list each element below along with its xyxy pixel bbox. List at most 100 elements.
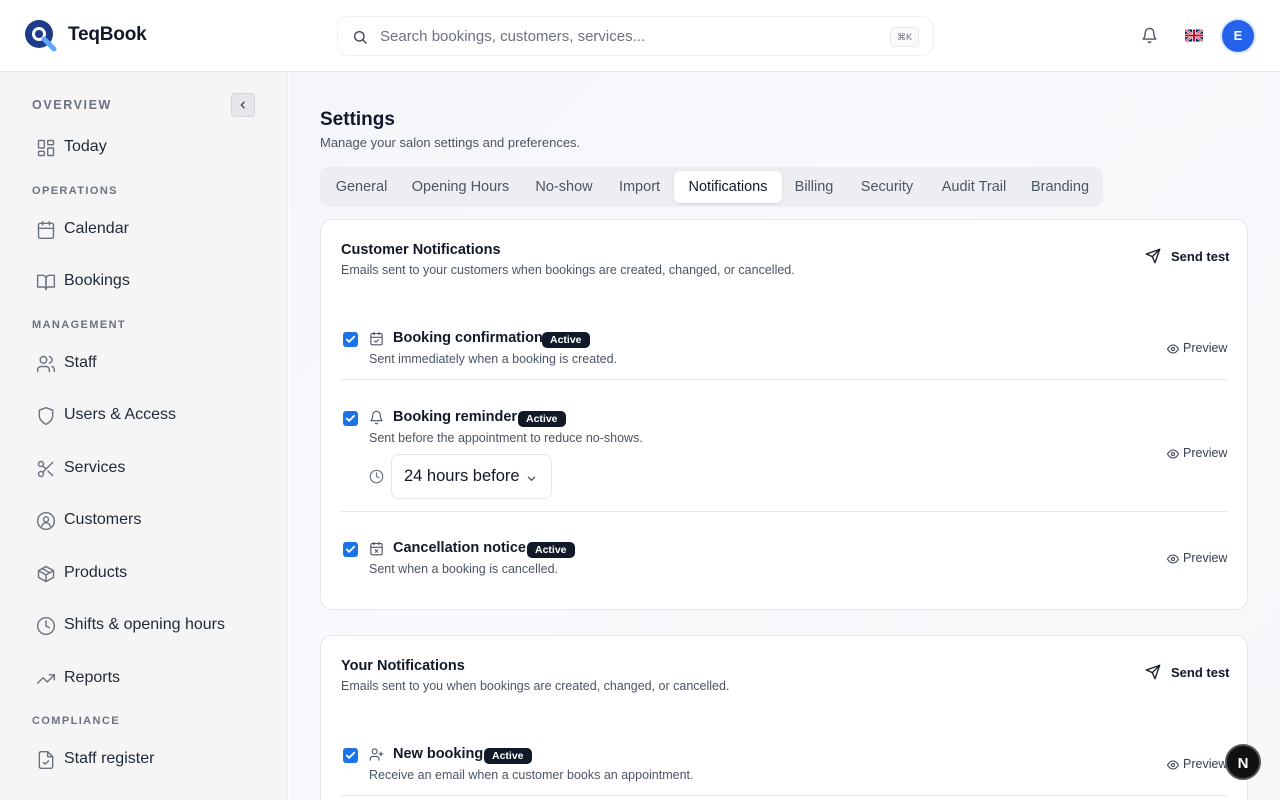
- chevron-down-icon: [527, 476, 536, 481]
- tab-import[interactable]: Import: [606, 171, 673, 203]
- file-check-icon: [36, 750, 56, 770]
- sidebar-item-customers[interactable]: Customers: [24, 501, 272, 541]
- sidebar-item-label: Calendar: [64, 220, 129, 237]
- collapse-sidebar-button[interactable]: [231, 93, 255, 117]
- notification-row-booking-reminder: Booking reminder Active Sent before the …: [341, 405, 1227, 512]
- your-notifications-card: Your Notifications Emails sent to you wh…: [320, 635, 1248, 800]
- sidebar-item-staff[interactable]: Staff: [24, 344, 272, 384]
- cancellation-notice-checkbox[interactable]: [343, 542, 358, 557]
- tab-opening-hours[interactable]: Opening Hours: [399, 171, 522, 203]
- preview-button[interactable]: Preview: [1167, 339, 1227, 357]
- sidebar-item-label: Services: [64, 459, 126, 476]
- sidebar-item-products[interactable]: Products: [24, 554, 272, 594]
- preview-button[interactable]: Preview: [1167, 444, 1227, 462]
- reminder-timing-select[interactable]: 24 hours before: [391, 454, 552, 499]
- notification-title: Booking confirmation: [393, 330, 543, 346]
- floating-action-button[interactable]: N: [1225, 744, 1261, 780]
- eye-icon: [1167, 554, 1179, 564]
- notification-title: Booking reminder: [393, 409, 518, 425]
- card-title: Customer Notifications: [341, 242, 501, 258]
- notification-title: New booking: [393, 746, 484, 762]
- new-booking-checkbox[interactable]: [343, 748, 358, 763]
- user-avatar[interactable]: E: [1222, 20, 1254, 52]
- search-bar[interactable]: Search bookings, customers, services... …: [337, 16, 934, 56]
- sidebar-item-label: Customers: [64, 511, 142, 528]
- sidebar-item-bookings[interactable]: Bookings: [24, 262, 272, 302]
- sidebar-item-label: Reports: [64, 669, 121, 686]
- notification-description: Sent before the appointment to reduce no…: [369, 431, 643, 445]
- send-icon: [1145, 248, 1161, 264]
- teqbook-logo-icon[interactable]: [24, 19, 58, 53]
- notification-title: Cancellation notice: [393, 540, 526, 556]
- main-content: Settings Manage your salon settings and …: [289, 72, 1280, 800]
- sidebar-item-label: Bookings: [64, 272, 130, 289]
- user-circle-icon: [36, 511, 56, 531]
- booking-reminder-checkbox[interactable]: [343, 411, 358, 426]
- users-icon: [36, 354, 56, 374]
- sidebar-item-shifts[interactable]: Shifts & opening hours: [24, 606, 272, 646]
- tab-notifications[interactable]: Notifications: [674, 171, 782, 203]
- settings-tabs: General Opening Hours No-show Import Not…: [320, 167, 1103, 207]
- send-test-button[interactable]: Send test: [1145, 244, 1230, 268]
- sidebar-item-services[interactable]: Services: [24, 449, 272, 489]
- tab-no-show[interactable]: No-show: [522, 171, 606, 203]
- package-icon: [36, 564, 56, 584]
- notification-row-booking-confirmation: Booking confirmation Active Sent immedia…: [341, 326, 1227, 380]
- tab-branding[interactable]: Branding: [1020, 171, 1100, 203]
- status-badge: Active: [527, 542, 575, 558]
- calendar-icon: [36, 220, 56, 240]
- search-icon: [352, 29, 368, 45]
- status-badge: Active: [484, 748, 532, 764]
- clock-icon: [369, 469, 384, 484]
- preview-button[interactable]: Preview: [1167, 755, 1227, 773]
- dashboard-icon: [36, 138, 56, 158]
- notification-description: Sent when a booking is cancelled.: [369, 562, 559, 576]
- bell-icon[interactable]: [1141, 27, 1158, 44]
- booking-confirmation-checkbox[interactable]: [343, 332, 358, 347]
- card-title: Your Notifications: [341, 658, 465, 674]
- tab-security[interactable]: Security: [846, 171, 928, 203]
- preview-label: Preview: [1183, 341, 1228, 355]
- sidebar-item-today[interactable]: Today: [24, 128, 272, 168]
- preview-label: Preview: [1183, 446, 1228, 460]
- sidebar-item-label: Products: [64, 564, 128, 581]
- notification-description: Sent immediately when a booking is creat…: [369, 352, 618, 366]
- sidebar-item-staff-register[interactable]: Staff register: [24, 740, 272, 780]
- status-badge: Active: [542, 332, 590, 348]
- sidebar-item-label: Shifts & opening hours: [64, 616, 225, 633]
- user-plus-icon: [369, 747, 384, 762]
- sidebar-item-label: Staff register: [64, 750, 155, 767]
- tab-billing[interactable]: Billing: [782, 171, 846, 203]
- section-operations: OPERATIONS: [32, 185, 118, 197]
- sidebar-item-label: Staff: [64, 354, 97, 371]
- section-overview: OVERVIEW: [32, 98, 112, 112]
- search-input[interactable]: Search bookings, customers, services...: [380, 28, 645, 45]
- top-bar: TeqBook Search bookings, customers, serv…: [0, 0, 1280, 72]
- scissors-icon: [36, 459, 56, 479]
- send-icon: [1145, 664, 1161, 680]
- sidebar-item-reports[interactable]: Reports: [24, 659, 272, 699]
- send-test-button[interactable]: Send test: [1145, 660, 1230, 684]
- tab-general[interactable]: General: [324, 171, 399, 203]
- sidebar-item-label: Users & Access: [64, 406, 177, 423]
- preview-button[interactable]: Preview: [1167, 549, 1227, 567]
- uk-flag-icon[interactable]: [1185, 29, 1203, 42]
- sidebar-item-label: Today: [64, 138, 107, 155]
- sidebar-item-users-access[interactable]: Users & Access: [24, 396, 272, 436]
- section-compliance: COMPLIANCE: [32, 715, 120, 727]
- reminder-timing-value: 24 hours before: [404, 467, 520, 485]
- page-title: Settings: [320, 109, 395, 130]
- brand-name[interactable]: TeqBook: [68, 24, 147, 46]
- calendar-x-icon: [369, 541, 384, 556]
- preview-label: Preview: [1183, 551, 1228, 565]
- eye-icon: [1167, 449, 1179, 459]
- search-shortcut-hint: ⌘K: [889, 27, 919, 47]
- notification-description: Receive an email when a customer books a…: [369, 768, 694, 782]
- send-test-label: Send test: [1171, 249, 1230, 264]
- sidebar-item-calendar[interactable]: Calendar: [24, 210, 272, 250]
- tab-audit-trail[interactable]: Audit Trail: [928, 171, 1020, 203]
- preview-label: Preview: [1183, 757, 1228, 771]
- chevron-left-icon: [240, 101, 245, 109]
- notification-row-cancellation-notice: Cancellation notice Active Sent when a b…: [341, 536, 1227, 586]
- eye-icon: [1167, 760, 1179, 770]
